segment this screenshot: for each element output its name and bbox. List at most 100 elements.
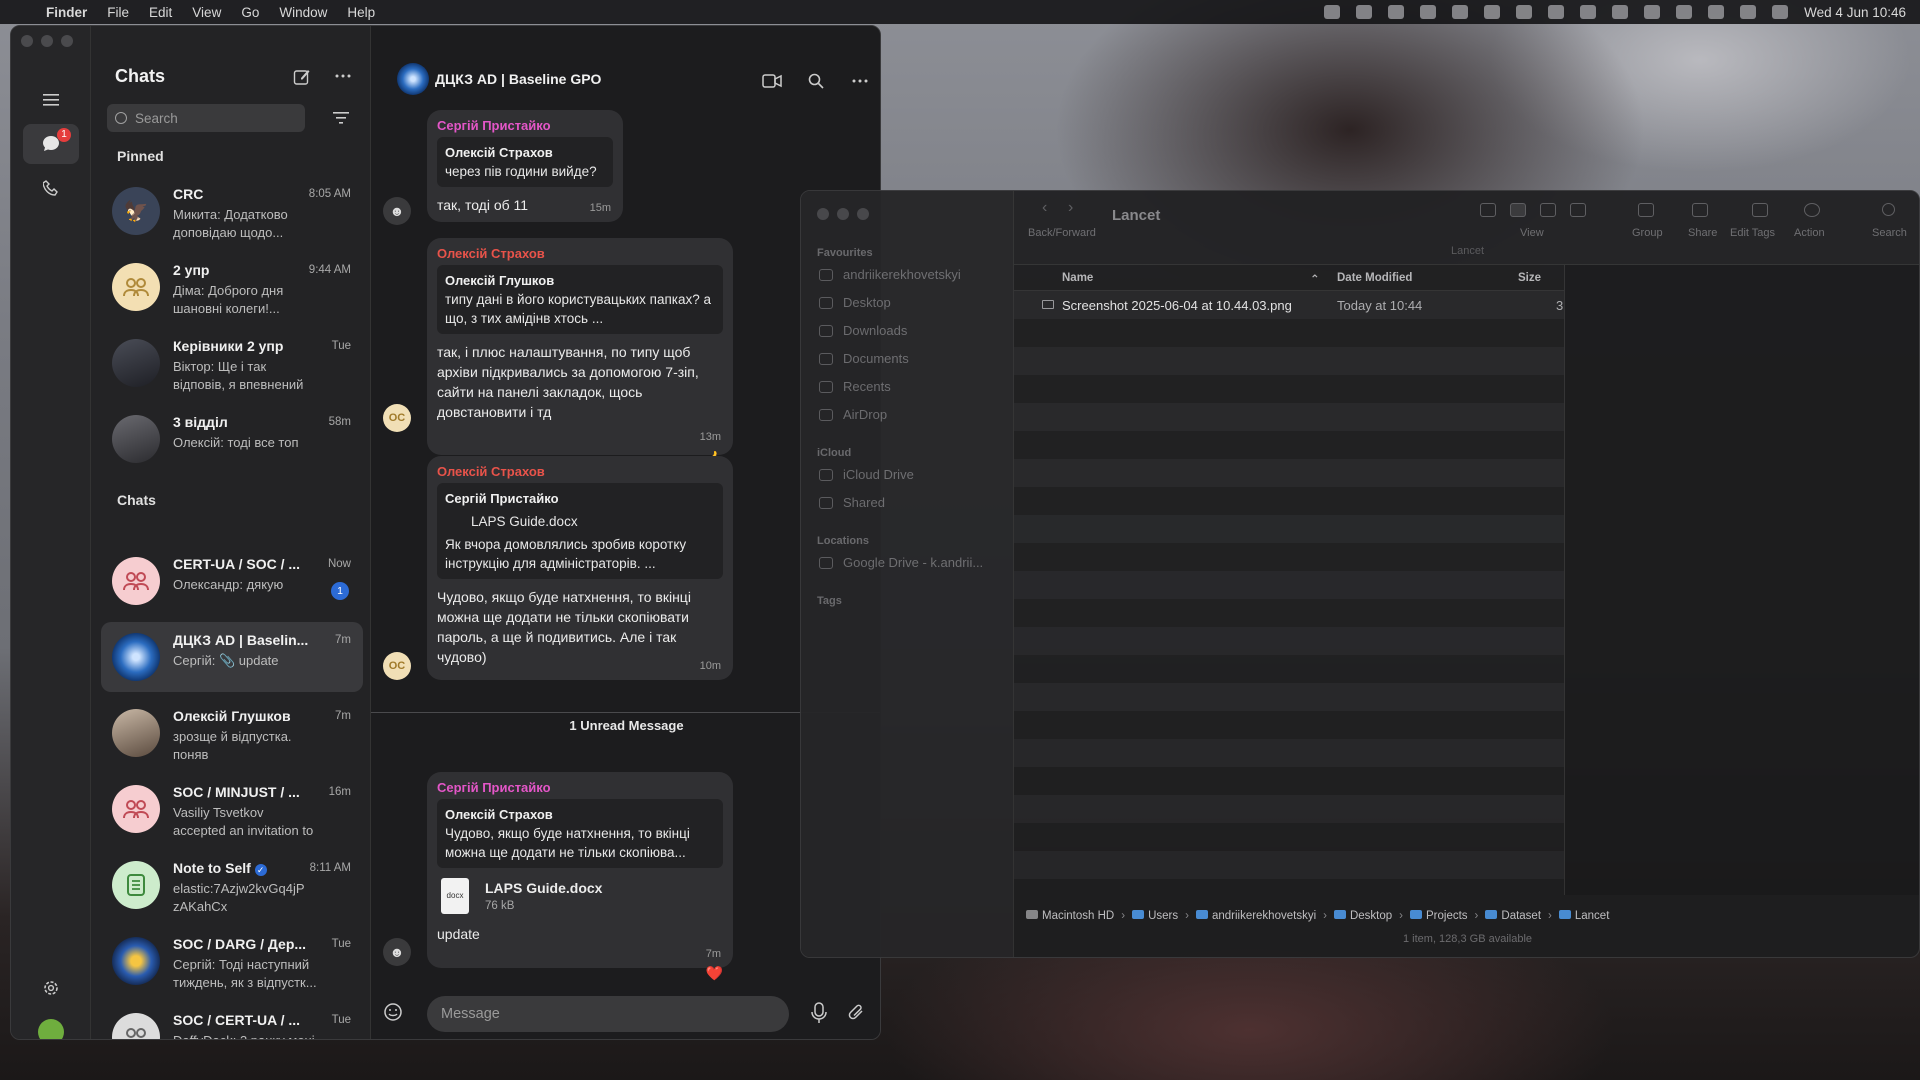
compose-icon[interactable]: [293, 68, 311, 86]
more-options-icon[interactable]: [335, 74, 351, 78]
gallery-view-icon[interactable]: [1570, 203, 1586, 217]
message-bubble[interactable]: Сергій Пристайко Олексій Страхов через п…: [427, 110, 623, 222]
voice-message-button[interactable]: [811, 1002, 827, 1029]
tray-icon[interactable]: [1388, 5, 1405, 19]
profile-button[interactable]: [23, 1012, 79, 1039]
message-sender[interactable]: Сергій Пристайко: [437, 118, 613, 133]
sidebar-item-home[interactable]: andriikerekhovetskyi: [819, 267, 961, 282]
menu-help[interactable]: Help: [347, 5, 375, 20]
tray-icon[interactable]: [1452, 5, 1469, 19]
chat-item-oleksii-hlushkov[interactable]: Олексій Глушков 7m зрозще й відпустка. п…: [101, 698, 363, 768]
notion-icon[interactable]: [1484, 5, 1501, 19]
zoom-window-button[interactable]: [857, 208, 869, 220]
sidebar-item-downloads[interactable]: Downloads: [819, 323, 907, 338]
chat-item-crc[interactable]: 🦅 CRC 8:05 AM Микита: Додатково доповіда…: [101, 176, 363, 246]
video-call-button[interactable]: [761, 70, 783, 92]
search-input[interactable]: Search: [107, 104, 305, 132]
sidebar-item-desktop[interactable]: Desktop: [819, 295, 891, 310]
menu-window[interactable]: Window: [279, 5, 327, 20]
file-attachment[interactable]: docx LAPS Guide.docx 76 kB: [437, 876, 723, 920]
message-bubble[interactable]: Сергій Пристайко Олексій Страхов Чудово,…: [427, 772, 733, 981]
conversation-search-button[interactable]: [805, 70, 827, 92]
message-sender[interactable]: Олексій Страхов: [437, 464, 723, 479]
path-item-dataset[interactable]: Dataset: [1485, 910, 1541, 922]
message-input[interactable]: Message: [427, 996, 789, 1032]
menu-app-name[interactable]: Finder: [46, 5, 87, 20]
sender-avatar[interactable]: ☻: [383, 938, 411, 966]
column-size-header[interactable]: Size: [1518, 272, 1541, 284]
tray-icon[interactable]: [1356, 5, 1373, 19]
chat-item-kerivnyky[interactable]: Керівники 2 упр Tue Віктор: Ще і так від…: [101, 328, 363, 398]
apple-menu-icon[interactable]: [12, 4, 26, 20]
file-row[interactable]: Screenshot 2025-06-04 at 10.44.03.png To…: [1014, 291, 1564, 319]
cloud-icon[interactable]: [1420, 5, 1437, 19]
quoted-message[interactable]: Олексій Глушков типу дані в його користу…: [437, 265, 723, 334]
chat-item-soc-minjust[interactable]: SOC / MINJUST / ... 16m Vasiliy Tsvetkov…: [101, 774, 363, 844]
chat-item-cert-ua[interactable]: CERT-UA / SOC / ... Now Олександр: дякую…: [101, 546, 363, 616]
sidebar-item-shared[interactable]: Shared: [819, 495, 885, 510]
siri-icon[interactable]: [1772, 5, 1789, 19]
rail-calls-button[interactable]: [23, 168, 79, 208]
column-date-header[interactable]: Date Modified: [1337, 272, 1412, 284]
path-item-users[interactable]: Users: [1132, 910, 1178, 922]
sidebar-item-airdrop[interactable]: AirDrop: [819, 407, 887, 422]
chat-item-dckz-ad[interactable]: ДЦКЗ AD | Baselin... 7m Сергій: 📎 update: [101, 622, 363, 692]
group-icon[interactable]: [1638, 203, 1654, 217]
conversation-more-button[interactable]: [849, 70, 871, 92]
search-icon[interactable]: [1882, 203, 1895, 216]
action-icon[interactable]: [1804, 203, 1820, 217]
list-view-icon[interactable]: [1510, 203, 1526, 217]
chat-item-soc-cert-ua[interactable]: SOC / CERT-UA / ... Tue DaffyDack: 3 ран…: [101, 1002, 363, 1039]
sender-avatar[interactable]: OC: [383, 652, 411, 680]
zoom-window-button[interactable]: [61, 35, 73, 47]
chat-item-2-upr[interactable]: 2 упр 9:44 AM Діма: Доброго дня шановні …: [101, 252, 363, 322]
forward-icon[interactable]: ›: [1068, 199, 1073, 217]
icon-view-icon[interactable]: [1480, 203, 1496, 217]
attach-button[interactable]: [847, 1002, 865, 1027]
telegram-icon[interactable]: [1516, 5, 1533, 19]
path-item-home[interactable]: andriikerekhovetskyi: [1195, 910, 1316, 922]
tray-icon[interactable]: [1324, 5, 1341, 19]
message-bubble[interactable]: Олексій Страхов Олексій Глушков типу дан…: [427, 238, 733, 466]
sender-avatar[interactable]: ☻: [383, 197, 411, 225]
menu-file[interactable]: File: [107, 5, 129, 20]
share-icon[interactable]: [1692, 203, 1708, 217]
close-window-button[interactable]: [817, 208, 829, 220]
column-view-icon[interactable]: [1540, 203, 1556, 217]
message-sender[interactable]: Олексій Страхов: [437, 246, 723, 261]
sidebar-item-icloud-drive[interactable]: iCloud Drive: [819, 467, 914, 482]
emoji-button[interactable]: [383, 1002, 407, 1026]
sidebar-item-documents[interactable]: Documents: [819, 351, 909, 366]
menubar-clock[interactable]: Wed 4 Jun 10:46: [1804, 5, 1906, 20]
column-name-header[interactable]: Name: [1062, 272, 1093, 284]
minimize-window-button[interactable]: [837, 208, 849, 220]
menu-toggle-button[interactable]: [23, 80, 79, 120]
wifi-icon[interactable]: [1676, 5, 1693, 19]
finder-tab-title[interactable]: Lancet: [1014, 245, 1919, 257]
control-center-icon[interactable]: [1740, 5, 1757, 19]
settings-button[interactable]: [23, 968, 79, 1008]
chat-item-3-viddil[interactable]: 3 відділ 58m Олексій: тоді все топ: [101, 404, 363, 474]
close-window-button[interactable]: [21, 35, 33, 47]
message-sender[interactable]: Сергій Пристайко: [437, 780, 723, 795]
reaction-heart[interactable]: ❤️: [706, 965, 723, 982]
chat-item-soc-darg[interactable]: SOC / DARG / Дер... Tue Сергій: Тоді нас…: [101, 926, 363, 996]
bluetooth-icon[interactable]: [1548, 5, 1565, 19]
quoted-message[interactable]: Олексій Страхов Чудово, якщо буде натхне…: [437, 799, 723, 868]
rail-chats-button[interactable]: 1: [23, 124, 79, 164]
display-icon[interactable]: [1580, 5, 1597, 19]
conversation-avatar[interactable]: [397, 63, 429, 95]
menu-go[interactable]: Go: [241, 5, 259, 20]
quoted-message[interactable]: Олексій Страхов через пів години вийде?: [437, 137, 613, 187]
path-item-desktop[interactable]: Desktop: [1333, 910, 1392, 922]
tag-icon[interactable]: [1752, 203, 1768, 217]
path-item-lancet[interactable]: Lancet: [1558, 910, 1609, 922]
play-icon[interactable]: [1644, 5, 1661, 19]
chat-item-note-to-self[interactable]: Note to Self ✓ 8:11 AM elastic:7Azjw2kvG…: [101, 850, 363, 920]
conversation-title[interactable]: ДЦКЗ AD | Baseline GPO: [435, 71, 601, 87]
message-bubble[interactable]: Олексій Страхов Сергій Пристайко LAPS Gu…: [427, 456, 733, 680]
search-icon[interactable]: [1708, 5, 1725, 19]
menu-view[interactable]: View: [192, 5, 221, 20]
minimize-window-button[interactable]: [41, 35, 53, 47]
back-icon[interactable]: ‹: [1042, 199, 1047, 217]
